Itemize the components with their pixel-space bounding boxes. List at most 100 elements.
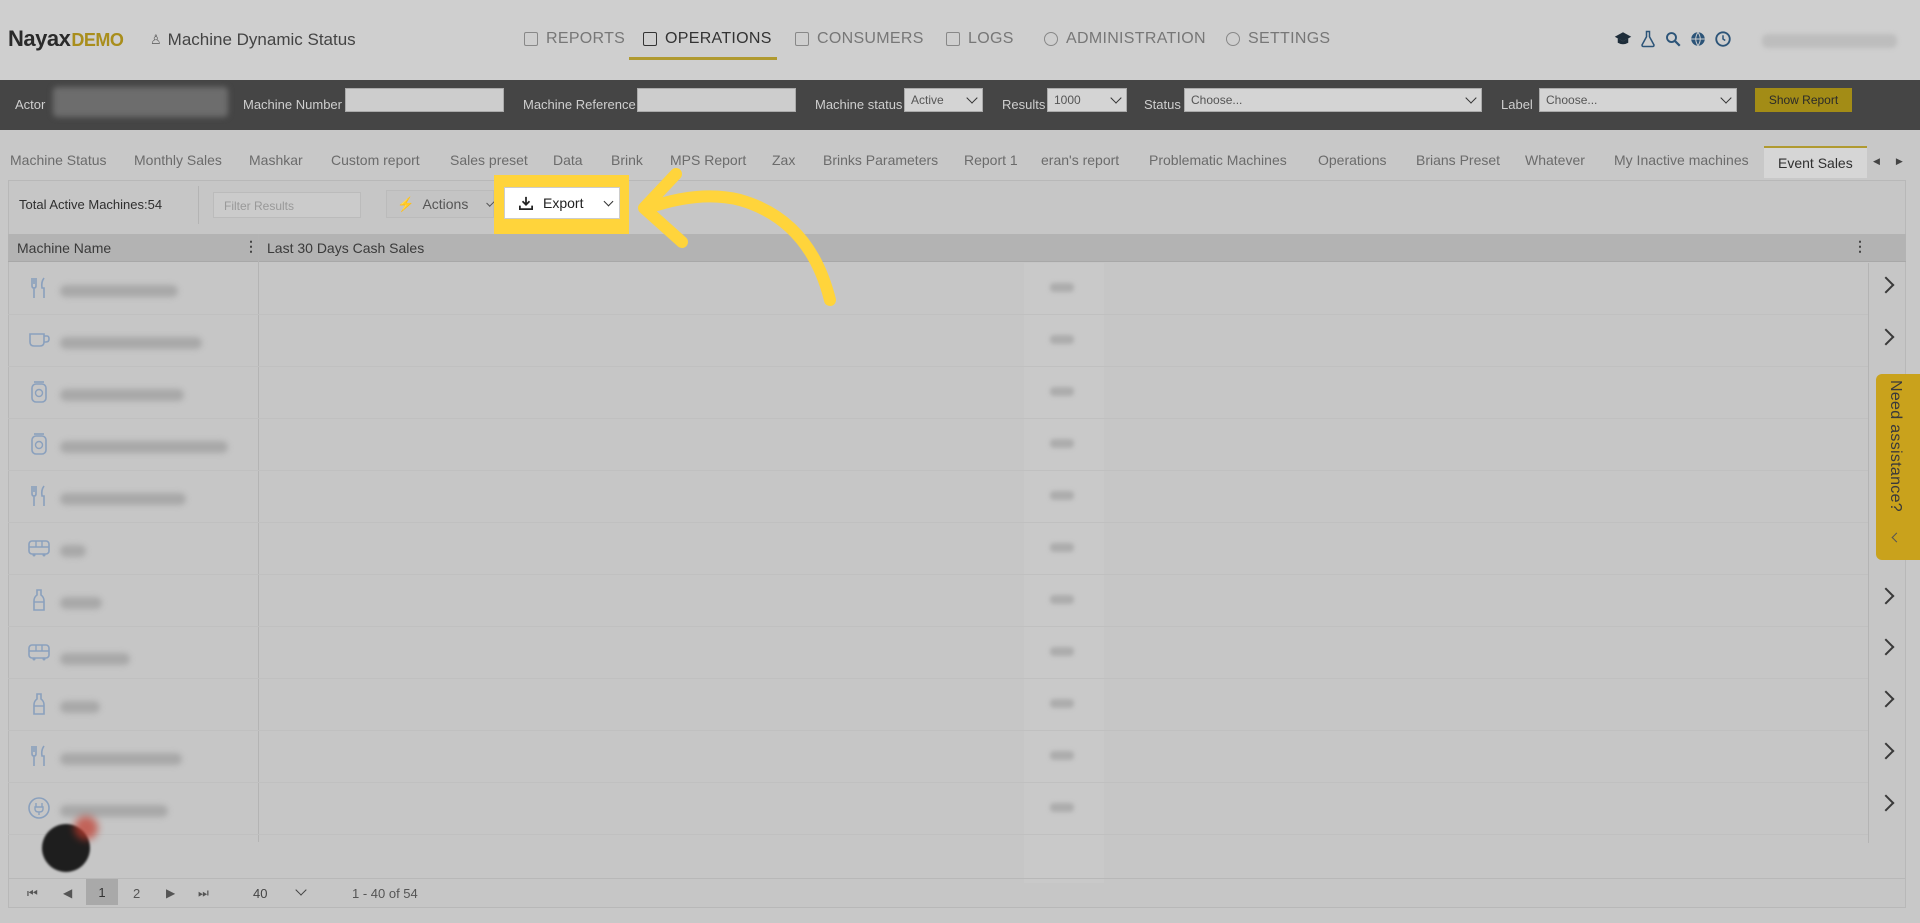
show-report-button[interactable]: Show Report [1755,88,1852,112]
cash-sales-value [1050,699,1074,708]
user-menu[interactable] [1762,34,1897,48]
cash-sales-value [1050,595,1074,604]
machine-number-input[interactable] [345,88,504,112]
machine-status-select[interactable]: Active [904,88,983,112]
results-select[interactable]: 1000 [1047,88,1127,112]
person-icon: ♙ [150,32,162,47]
bottle-icon [26,691,52,717]
filter-results-input[interactable]: Filter Results [213,192,361,218]
globe-icon[interactable] [1689,30,1707,48]
table-row[interactable] [8,315,1868,367]
bottle-icon [26,587,52,613]
jar-icon [26,379,52,405]
machine-name-value [60,389,184,401]
tab-my-inactive-machines[interactable]: My Inactive machines [1614,152,1749,168]
fork-knife-icon [26,743,52,769]
report-tabs: Machine Status Monthly Sales Mashkar Cus… [0,146,1920,178]
machine-name-value [60,493,186,505]
status-select[interactable]: Choose... [1184,88,1482,112]
active-nav-underline [629,57,777,60]
tab-sales-preset[interactable]: Sales preset [450,152,528,168]
gauge-icon [1044,32,1058,46]
machine-name-value [60,285,178,297]
cash-sales-value [1050,387,1074,396]
nav-operations[interactable]: OPERATIONS [643,30,772,48]
tab-problematic-machines[interactable]: Problematic Machines [1149,152,1287,168]
tab-event-sales[interactable]: Event Sales [1764,146,1867,178]
label-select[interactable]: Choose... [1539,88,1737,112]
table-row[interactable] [8,471,1868,523]
tab-data[interactable]: Data [553,152,583,168]
first-page-icon[interactable]: ⏮ [27,886,38,901]
machine-status-label: Machine status [815,97,903,112]
nav-administration[interactable]: ADMINISTRATION [1044,30,1206,48]
machine-name-value [60,441,228,453]
tab-erans-report[interactable]: eran's report [1041,152,1119,168]
column-header-machine-name[interactable]: Machine Name [17,240,111,256]
total-active-machines: Total Active Machines:54 [19,197,163,212]
tab-brians-preset[interactable]: Brians Preset [1416,152,1500,168]
nav-consumers[interactable]: CONSUMERS [795,30,924,48]
nayax-logo[interactable]: NayaxDEMO [8,26,124,52]
tab-mashkar[interactable]: Mashkar [249,152,303,168]
tab-scroll-left-icon[interactable]: ◀ [1873,156,1880,167]
tab-monthly-sales[interactable]: Monthly Sales [134,152,222,168]
machine-name-value [60,653,130,665]
prev-page-icon[interactable]: ◀ [63,886,72,900]
page-1-button[interactable]: 1 [86,879,118,905]
power-plug-icon [26,795,52,821]
actor-field[interactable] [53,87,228,117]
column-menu-icon[interactable]: ⋮ [1853,238,1867,255]
column-menu-icon[interactable]: ⋮ [244,238,258,255]
flask-icon[interactable] [1639,30,1657,48]
nav-reports[interactable]: REPORTS [524,30,625,48]
table-row[interactable] [8,523,1868,575]
export-button[interactable]: Export [504,187,620,219]
machine-name-value [60,545,86,557]
next-page-icon[interactable]: ▶ [166,886,175,900]
machine-name-value [60,753,182,765]
table-row[interactable] [8,419,1868,471]
cash-sales-value [1050,491,1074,500]
id-card-icon [795,32,809,46]
chevron-down-icon [966,92,978,104]
graduation-cap-icon[interactable] [1614,30,1632,48]
table-row[interactable] [8,679,1868,731]
machine-name-value [60,805,168,817]
page-size-select[interactable]: 40 [253,886,267,901]
machine-reference-input[interactable] [637,88,796,112]
download-icon [519,196,533,210]
chevron-down-icon [1110,92,1122,104]
annotation-arrow [638,168,836,306]
nav-settings[interactable]: SETTINGS [1226,30,1330,48]
actions-button[interactable]: ⚡ Actions [386,190,495,218]
tab-scroll-right-icon[interactable]: ▶ [1896,156,1903,167]
machine-number-label: Machine Number [243,97,342,112]
tab-custom-report[interactable]: Custom report [331,152,420,168]
table-row[interactable] [8,627,1868,679]
table-row[interactable] [8,263,1868,315]
document-icon [524,32,538,46]
machine-name-value [60,337,202,349]
tab-operations[interactable]: Operations [1318,152,1386,168]
tab-machine-status[interactable]: Machine Status [10,152,107,168]
table-row[interactable] [8,575,1868,627]
action-column-divider [1868,263,1869,843]
last-page-icon[interactable]: ⏭ [198,886,209,901]
clock-icon[interactable] [1714,30,1732,48]
table-row[interactable] [8,731,1868,783]
machine-reference-label: Machine Reference [523,97,636,112]
search-icon[interactable] [1664,30,1682,48]
pagination-bar [8,878,1906,908]
nav-logs[interactable]: LOGS [946,30,1014,48]
fork-knife-icon [26,483,52,509]
coffee-cup-icon [26,327,52,353]
bus-icon [26,639,52,665]
table-row[interactable] [8,367,1868,419]
tab-whatever[interactable]: Whatever [1525,152,1585,168]
table-row[interactable] [8,783,1868,835]
tab-report-1[interactable]: Report 1 [964,152,1018,168]
page-2-button[interactable]: 2 [133,886,140,901]
page-range-text: 1 - 40 of 54 [352,886,418,901]
column-header-cash-sales[interactable]: Last 30 Days Cash Sales [267,240,424,256]
